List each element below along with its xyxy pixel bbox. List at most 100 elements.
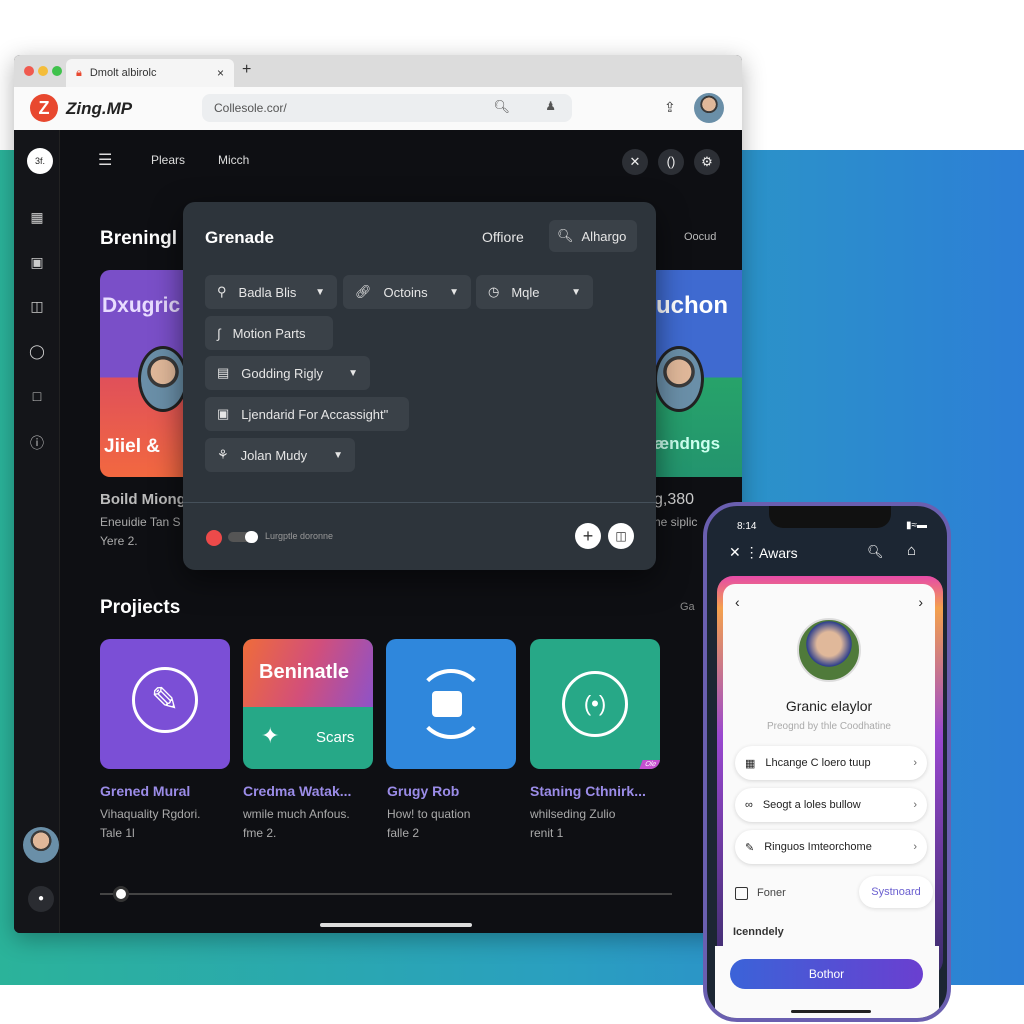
row-label: Ringuos Imteorchome [764,841,872,853]
minimize-window-button[interactable] [38,66,48,76]
url-input[interactable]: Collesole.cor/ 🔍︎ ♟ [202,94,572,122]
close-window-button[interactable] [24,66,34,76]
project-title[interactable]: Grened Mural [100,783,190,799]
dialog-search[interactable]: 🔍︎ Alhargo [549,220,637,252]
home-icon[interactable]: ⌂ [907,542,916,559]
card-heading: Dxugric [102,294,181,317]
browser-tab[interactable]: 🔒︎ Dmolt albirolc × [66,59,234,87]
link-icon: 🔗︎ [355,284,372,299]
search-icon[interactable]: 🔍︎ [493,99,510,115]
dialog-link[interactable]: Offiore [482,229,524,245]
close-icon[interactable]: ✕ ⋮ [729,544,759,561]
curve-icon: ∫ [217,325,221,341]
user-icon[interactable]: ♟ [545,99,556,113]
project-thumb[interactable]: ✎ [100,639,230,769]
gear-icon[interactable]: ⚙ [694,149,720,175]
filter-chip[interactable]: ▤ Godding Rigly ▼ [205,356,370,390]
grenade-dialog: Grenade Offiore 🔍︎ Alhargo ⚲ Badla Blis ▼ 🔗… [183,202,656,570]
info-icon[interactable]: ⓘ [29,433,45,451]
key-icon: ⚲ [217,284,227,299]
list-icon: ▤ [217,365,230,380]
project-title[interactable]: Grugy Rob [387,783,459,799]
slider-handle[interactable] [113,886,130,902]
tab-title: Dmolt albirolc [89,67,157,79]
card-caption: Jiiel & [104,436,160,457]
record-indicator [206,530,222,546]
sync-chip[interactable]: Systnoard [859,876,933,908]
search-icon[interactable]: 🔍︎ [867,544,884,560]
filter-chip[interactable]: ⚲ Badla Blis ▼ [205,275,337,309]
user-avatar[interactable] [23,827,59,863]
primary-button[interactable]: Bothor [730,959,923,989]
project-thumb[interactable] [386,639,516,769]
filter-chip[interactable]: 🔗︎ Octoins ▼ [343,275,471,309]
card-title: g,380 [654,491,695,508]
chevron-down-icon: ▼ [315,286,325,298]
tab-close-icon[interactable]: × [217,66,224,80]
profile-name: Granic elaylor [785,698,873,714]
chevron-down-icon: ▼ [571,286,581,298]
section-title: Projiects [100,597,181,618]
toggle-switch[interactable] [228,531,258,543]
thumb-label: Scars [316,729,355,746]
avatar[interactable] [694,93,724,123]
checkbox[interactable] [735,887,748,900]
copy-button[interactable]: ◫ [608,523,634,549]
record-icon[interactable]: ● [28,886,54,912]
filter-chip[interactable]: ◷ Mqle ▼ [476,275,593,309]
prev-arrow-icon[interactable]: ‹ [735,594,740,610]
nav-item[interactable]: Micch [218,153,249,167]
settings-row[interactable]: ▦ Lhcange C loero tuup › [735,746,927,780]
next-arrow-icon[interactable]: › [918,594,923,610]
settings-row[interactable]: ✎ Ringuos Imteorchome › [735,830,927,864]
chip-label: Mqle [511,284,540,300]
project-title[interactable]: Staning Cthnirk... [530,783,646,799]
chip-label: Badla Blis [238,284,297,300]
new-tab-button[interactable]: + [242,61,251,79]
chevron-right-icon: › [913,757,917,769]
chat-icon[interactable]: ◯ [29,343,45,359]
status-time: 8:14 [737,521,757,532]
sidebar: 3f. ▦ ▣ ◫ ◯ □ ⓘ ● [14,130,60,933]
close-icon[interactable]: ✕ [622,149,648,175]
share-icon[interactable]: ⇪ [664,99,676,116]
settings-row[interactable]: ∞ Seogt a loles bullow › [735,788,927,822]
row-label: Seogt a loles bullow [762,799,861,811]
menu-icon[interactable]: ☰ [98,150,112,170]
card-meta: Yere 2. [100,534,138,548]
project-meta: renit 1 [530,826,564,840]
url-text: Collesole.cor/ [214,101,287,115]
project-title[interactable]: Credma Watak... [243,783,351,799]
box-icon[interactable]: ◫ [29,298,45,314]
chevron-right-icon: › [913,841,917,853]
section-link[interactable]: Ga [680,601,695,613]
featured-card[interactable]: uchon ændngs [654,270,742,477]
section-link[interactable]: Oocud [684,231,716,243]
progress-slider[interactable] [100,886,672,902]
dialog-title: Grenade [205,228,274,247]
project-desc: wmile much Anfous. [243,807,350,821]
lock-icon: 🔒︎ [76,66,82,79]
profile-avatar [797,618,861,682]
filter-chip[interactable]: ∫ Motion Parts [205,316,333,350]
nav-item[interactable]: Plears [151,153,185,167]
project-thumb[interactable]: (•) Ole [530,639,660,769]
phone-mockup: 8:14 ▮≈▬ ✕ ⋮ Awars 🔍︎ ⌂ ‹ › Granic elayl… [703,502,951,1022]
square-icon[interactable]: □ [29,388,45,404]
address-bar: Z Zing.MP Collesole.cor/ 🔍︎ ♟ ⇪ [14,87,742,130]
search-icon: 🔍︎ [557,228,574,243]
card-heading: uchon [656,292,728,319]
sidebar-badge[interactable]: 3f. [27,148,53,174]
project-thumb[interactable]: Beninatle ✦ Scars [243,639,373,769]
project-meta: fme 2. [243,826,277,840]
filter-chip[interactable]: ▣ Ljendarid For Accassight" [205,397,409,431]
brand-logo: Z [30,94,58,122]
brackets-icon[interactable]: () [658,149,684,175]
filter-chip[interactable]: ⚘ Jolan Mudy ▼ [205,438,355,472]
maximize-window-button[interactable] [52,66,62,76]
add-button[interactable]: + [575,523,601,549]
grid-icon[interactable]: ▦ [29,209,45,225]
chevron-down-icon: ▼ [449,286,459,298]
home-indicator [320,923,472,927]
calendar-icon[interactable]: ▣ [29,254,45,270]
